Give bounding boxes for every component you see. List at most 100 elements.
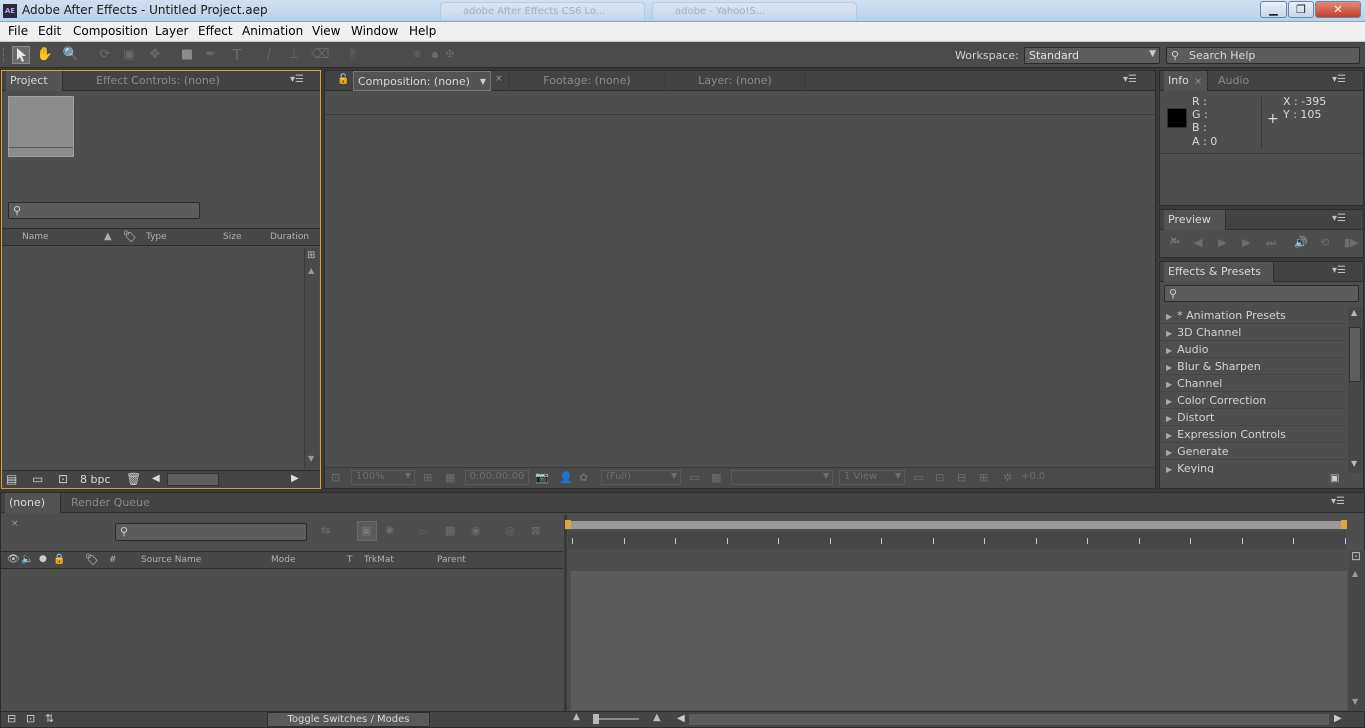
work-area-bar[interactable]: [568, 521, 1346, 529]
column-parent[interactable]: Parent: [437, 555, 466, 565]
last-frame-icon[interactable]: ⏭: [1266, 236, 1276, 250]
hide-shy-layers-icon[interactable]: ⌓: [419, 524, 428, 538]
clone-stamp-tool-icon[interactable]: ⊥: [285, 46, 303, 64]
panel-menu-icon[interactable]: ▾☰: [290, 74, 304, 85]
camera-tool-icon[interactable]: ▣: [120, 46, 138, 64]
trash-icon[interactable]: 🗑: [126, 472, 141, 486]
close-tab-icon[interactable]: ×: [1194, 77, 1202, 87]
list-item-color-correction[interactable]: ▶ Color Correction: [1160, 392, 1345, 409]
time-ruler[interactable]: [568, 531, 1346, 549]
close-tab-icon[interactable]: ×: [495, 74, 503, 84]
list-item-animation-presets[interactable]: ▶ * Animation Presets: [1160, 307, 1345, 324]
new-folder-icon[interactable]: ▭: [32, 472, 43, 486]
workspace-select[interactable]: Standard ▼: [1024, 47, 1160, 64]
new-composition-icon[interactable]: ⊡: [58, 472, 68, 486]
flowchart-icon[interactable]: ⊞: [979, 471, 988, 484]
label-tag-icon[interactable]: 🏷: [123, 230, 137, 243]
scroll-right-icon[interactable]: ▶: [291, 473, 299, 484]
tab-effect-controls[interactable]: Effect Controls: (none): [92, 71, 224, 91]
menu-view[interactable]: View: [312, 24, 340, 38]
project-vertical-scrollbar[interactable]: ⊞ ▲ ▼: [304, 248, 319, 469]
list-item-generate[interactable]: ▶ Generate: [1160, 443, 1345, 460]
interpret-footage-icon[interactable]: ▤: [6, 472, 17, 486]
always-preview-icon[interactable]: ⊡: [331, 471, 340, 484]
list-item-keying[interactable]: ▶ Keying: [1160, 460, 1345, 473]
live-update-toggle[interactable]: ▣: [357, 521, 377, 541]
view-axis-mode-icon[interactable]: ✠: [441, 46, 459, 64]
column-type[interactable]: Type: [146, 232, 167, 242]
ram-preview-icon[interactable]: ▮▶: [1344, 236, 1359, 249]
menu-effect[interactable]: Effect: [198, 24, 233, 38]
comp-button-icon[interactable]: ⊡: [1351, 549, 1361, 563]
scroll-up-icon[interactable]: ▲: [308, 266, 314, 275]
tab-render-queue[interactable]: Render Queue: [67, 493, 154, 513]
next-frame-icon[interactable]: ▶: [1242, 236, 1250, 249]
minimize-button[interactable]: ▁: [1260, 1, 1287, 18]
toggle-switches-modes-button[interactable]: Toggle Switches / Modes: [267, 712, 430, 727]
chevron-down-icon[interactable]: ▼: [480, 72, 486, 92]
tab-composition[interactable]: Composition: (none) ▼: [353, 71, 491, 91]
lock-icon[interactable]: 🔒: [53, 554, 65, 565]
column-size[interactable]: Size: [223, 232, 241, 242]
transparency-grid-icon[interactable]: ▩: [711, 471, 721, 484]
effects-search-input[interactable]: ⚲: [1164, 285, 1359, 302]
column-mode[interactable]: Mode: [271, 555, 296, 565]
sort-ascending-icon[interactable]: ▲: [104, 231, 112, 242]
scroll-left-icon[interactable]: ◀: [677, 713, 685, 724]
zoom-tool-icon[interactable]: 🔍: [62, 46, 80, 64]
timeline-splitter[interactable]: [564, 515, 567, 711]
scroll-left-icon[interactable]: ◀: [152, 473, 160, 484]
column-duration[interactable]: Duration: [270, 232, 309, 242]
effects-scroll-thumb[interactable]: [1349, 327, 1361, 382]
zoom-out-icon[interactable]: ▲: [573, 712, 580, 722]
previous-frame-icon[interactable]: ◀: [1194, 236, 1202, 249]
panel-menu-icon[interactable]: ▾☰: [1332, 265, 1346, 276]
search-help-field[interactable]: ⚲ Search Help: [1166, 47, 1360, 64]
layer-switches-icon[interactable]: ⊟: [7, 712, 16, 725]
scroll-down-icon[interactable]: ▼: [1351, 459, 1357, 468]
tab-timeline[interactable]: (none) ×: [5, 493, 61, 529]
toolbar-grip[interactable]: [3, 48, 6, 62]
list-item-channel[interactable]: ▶ Channel: [1160, 375, 1345, 392]
panel-menu-icon[interactable]: ▾☰: [1332, 213, 1346, 224]
brainstorm-icon[interactable]: ◎: [505, 524, 515, 537]
tab-preview[interactable]: Preview ×: [1164, 210, 1226, 246]
flowchart-icon[interactable]: ⊞: [307, 250, 315, 261]
snapshot-camera-icon[interactable]: 📷: [535, 471, 549, 484]
disclosure-triangle-icon[interactable]: ▶: [1166, 414, 1172, 423]
mask-visibility-icon[interactable]: ▦: [445, 471, 455, 484]
disclosure-triangle-icon[interactable]: ▶: [1166, 448, 1172, 457]
close-tab-icon[interactable]: ×: [11, 519, 19, 529]
list-item-3d-channel[interactable]: ▶ 3D Channel: [1160, 324, 1345, 341]
scroll-up-icon[interactable]: ▲: [1351, 308, 1357, 317]
close-button[interactable]: ✕: [1315, 1, 1361, 18]
show-snapshot-icon[interactable]: 👤: [559, 471, 573, 484]
solo-icon[interactable]: ●: [39, 554, 47, 564]
column-name[interactable]: Name: [22, 232, 49, 242]
region-of-interest-icon[interactable]: ▭: [689, 471, 699, 484]
zoom-slider-thumb[interactable]: [593, 714, 599, 724]
column-t[interactable]: T: [347, 555, 353, 565]
play-icon[interactable]: ▶: [1218, 236, 1226, 249]
list-item-audio[interactable]: ▶ Audio: [1160, 341, 1345, 358]
tab-audio[interactable]: Audio: [1214, 71, 1258, 91]
disclosure-triangle-icon[interactable]: ▶: [1166, 312, 1172, 321]
menu-layer[interactable]: Layer: [155, 24, 188, 38]
list-item-expression-controls[interactable]: ▶ Expression Controls: [1160, 426, 1345, 443]
panel-menu-icon[interactable]: ▾☰: [1332, 74, 1346, 85]
exposure-value[interactable]: +0.0: [1021, 471, 1045, 482]
background-browser-tab[interactable]: adobe - Yahoo!S...: [652, 2, 857, 21]
restore-button[interactable]: ❐: [1288, 1, 1314, 18]
tab-footage[interactable]: Footage: (none): [509, 71, 664, 91]
disclosure-triangle-icon[interactable]: ▶: [1166, 397, 1172, 406]
type-tool-icon[interactable]: T: [228, 46, 246, 64]
horizontal-scroll-thumb[interactable]: [167, 473, 219, 486]
tab-info[interactable]: Info ×: [1164, 71, 1208, 91]
transfer-controls-icon[interactable]: ⊡: [26, 712, 35, 725]
disclosure-triangle-icon[interactable]: ▶: [1166, 346, 1172, 355]
timeline-search-input[interactable]: ⚲: [115, 523, 307, 541]
local-axis-mode-icon[interactable]: ⊕: [408, 46, 426, 64]
timeline-vertical-scrollbar[interactable]: ⊡ ▲ ▼: [1349, 549, 1365, 711]
tab-layer[interactable]: Layer: (none): [665, 71, 805, 91]
disclosure-triangle-icon[interactable]: ▶: [1166, 329, 1172, 338]
